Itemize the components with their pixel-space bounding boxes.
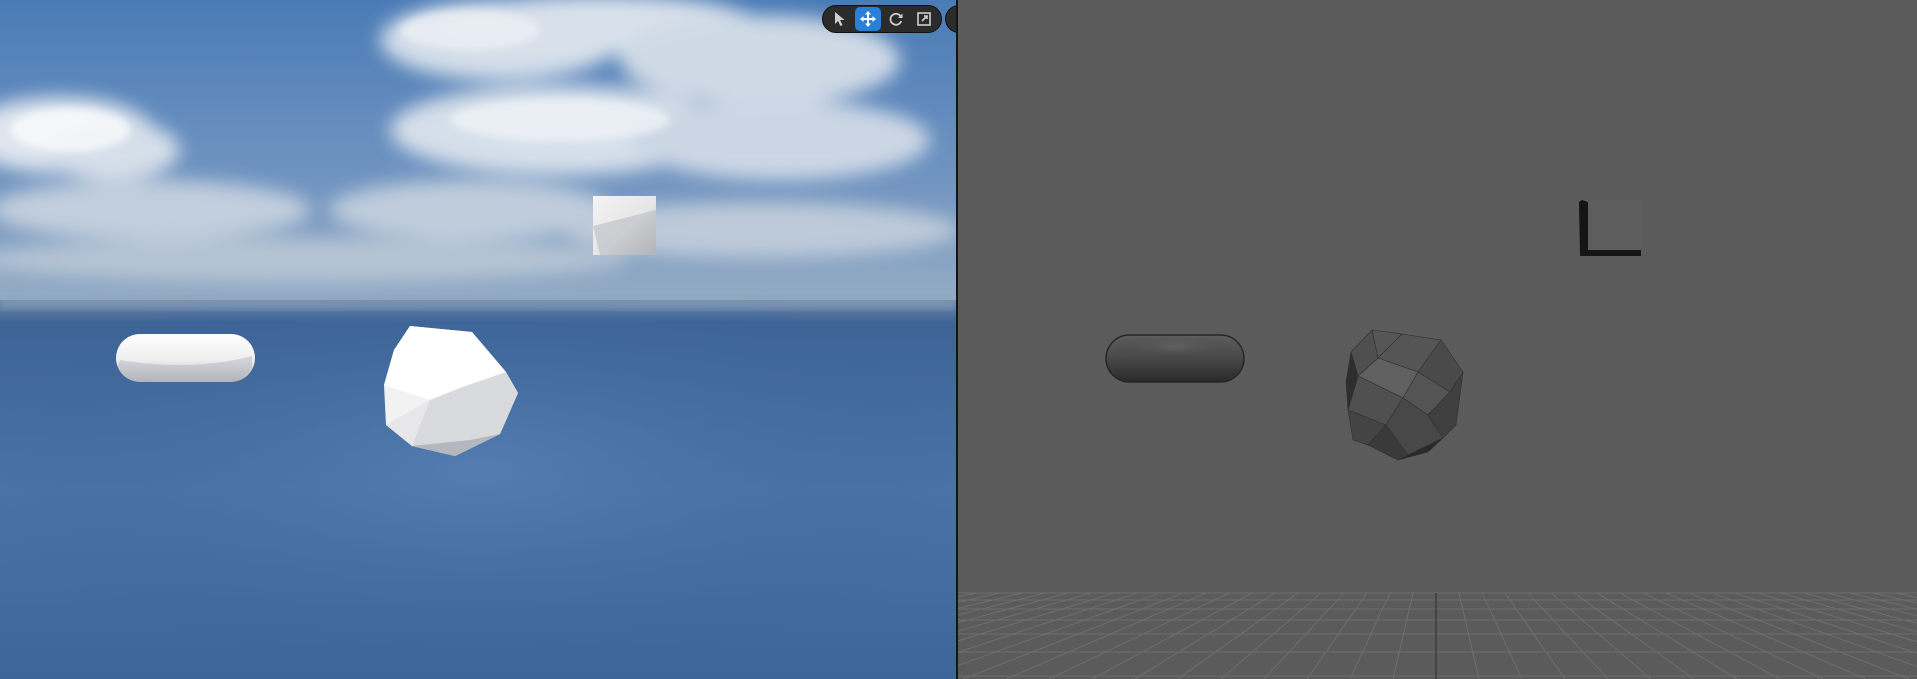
perspective-scene: [0, 0, 956, 679]
rotate-icon: [889, 12, 903, 26]
cursor-icon: [835, 12, 845, 26]
grid-floor: [958, 592, 1917, 679]
select-tool-button[interactable]: [827, 7, 853, 31]
reference-icosphere-mesh[interactable]: [1345, 329, 1464, 461]
reference-viewport[interactable]: [958, 0, 1917, 679]
move-arrows-icon: [860, 11, 876, 27]
editor-viewport-area: [0, 0, 1917, 679]
horizon-haze: [0, 296, 956, 310]
scale-tool-button[interactable]: [911, 7, 937, 31]
cube-mesh[interactable]: [593, 196, 656, 255]
translate-tool-button[interactable]: [855, 7, 881, 31]
reference-scene: [958, 200, 1917, 679]
reference-capsule-mesh[interactable]: [1105, 334, 1245, 383]
reference-cube-mesh[interactable]: [1579, 200, 1641, 256]
perspective-viewport[interactable]: [0, 0, 956, 679]
transform-toolbar: [822, 5, 942, 33]
capsule-mesh[interactable]: [116, 334, 255, 382]
rotate-tool-button[interactable]: [883, 7, 909, 31]
scale-icon: [917, 12, 931, 26]
